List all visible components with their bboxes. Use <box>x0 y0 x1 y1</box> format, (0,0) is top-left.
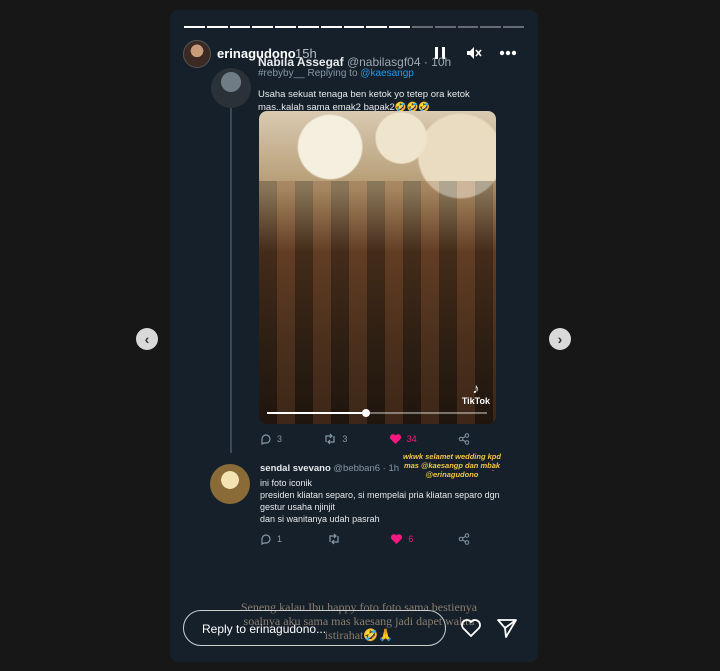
share-action[interactable] <box>458 433 470 445</box>
share-action[interactable] <box>458 533 470 545</box>
tweet-avatar[interactable] <box>211 68 251 108</box>
tiktok-watermark: ♪ TikTok <box>461 380 490 406</box>
retweet-action[interactable]: 3 <box>323 433 347 445</box>
progress-segment <box>320 26 342 28</box>
reply-action[interactable]: 1 <box>260 533 282 545</box>
progress-segment <box>434 26 456 28</box>
thread-line <box>230 108 232 453</box>
progress-segment <box>411 26 433 28</box>
reply-author[interactable]: sendal svevano @bebban6 · 1h <box>260 463 399 474</box>
story-progress-bar <box>184 26 524 29</box>
progress-segment <box>503 26 524 28</box>
previous-story-button[interactable]: ‹ <box>136 328 158 350</box>
tiktok-icon: ♪ <box>472 380 480 396</box>
mention-link[interactable]: @kaesangp <box>360 68 414 79</box>
progress-segment <box>366 26 388 28</box>
retweet-icon <box>325 433 335 445</box>
more-icon[interactable] <box>498 43 518 63</box>
heart-icon <box>391 534 403 544</box>
send-icon[interactable] <box>496 617 518 639</box>
tweet-more-icon[interactable]: ⋮ <box>488 462 498 473</box>
heart-icon <box>389 434 401 444</box>
reply-icon <box>261 534 271 545</box>
progress-segment <box>229 26 251 28</box>
progress-segment <box>252 26 274 28</box>
story-viewer: erinagudono 15h Nabila Assegaf @nabilasg… <box>170 10 538 662</box>
tweet-author[interactable]: Nabila Assegaf @nabilasgf04 · 10h <box>258 55 451 69</box>
progress-segment <box>343 26 365 28</box>
overlay-label: #rebyby__ <box>258 68 305 79</box>
yellow-caption: wkwk selamet wedding kpd mas @kaesangp d… <box>403 452 501 479</box>
reply-icon <box>261 434 271 445</box>
progress-segment <box>480 26 502 28</box>
like-story-icon[interactable] <box>460 617 482 639</box>
progress-segment <box>457 26 479 28</box>
tweet-actions: 3 3 34 <box>260 433 470 445</box>
like-action[interactable]: 6 <box>390 533 413 545</box>
share-icon <box>458 433 470 445</box>
mute-icon[interactable] <box>464 43 484 63</box>
reply-input[interactable]: Reply to erinagudono... <box>183 610 446 646</box>
progress-segment <box>297 26 319 28</box>
next-story-button[interactable]: › <box>549 328 571 350</box>
replying-to: #rebyby__ Replying to @kaesangp <box>258 68 414 79</box>
retweet-action[interactable] <box>327 533 346 545</box>
tweet-video[interactable]: ♪ TikTok <box>259 111 496 424</box>
retweet-icon <box>329 533 339 545</box>
like-action[interactable]: 34 <box>389 433 417 445</box>
crowd-photo <box>259 181 496 424</box>
progress-segment <box>184 26 205 28</box>
avatar[interactable] <box>183 40 211 68</box>
reply-text: ini foto iconik presiden kliatan separo,… <box>260 478 500 524</box>
progress-segment <box>389 26 410 28</box>
progress-segment <box>275 26 296 28</box>
share-icon <box>458 533 470 545</box>
video-scrubber[interactable] <box>362 409 370 417</box>
reply-actions: 1 6 <box>260 533 470 545</box>
progress-segment <box>206 26 228 28</box>
reply-avatar[interactable] <box>210 464 250 504</box>
reply-action[interactable]: 3 <box>260 433 282 445</box>
video-progress[interactable] <box>267 409 487 417</box>
